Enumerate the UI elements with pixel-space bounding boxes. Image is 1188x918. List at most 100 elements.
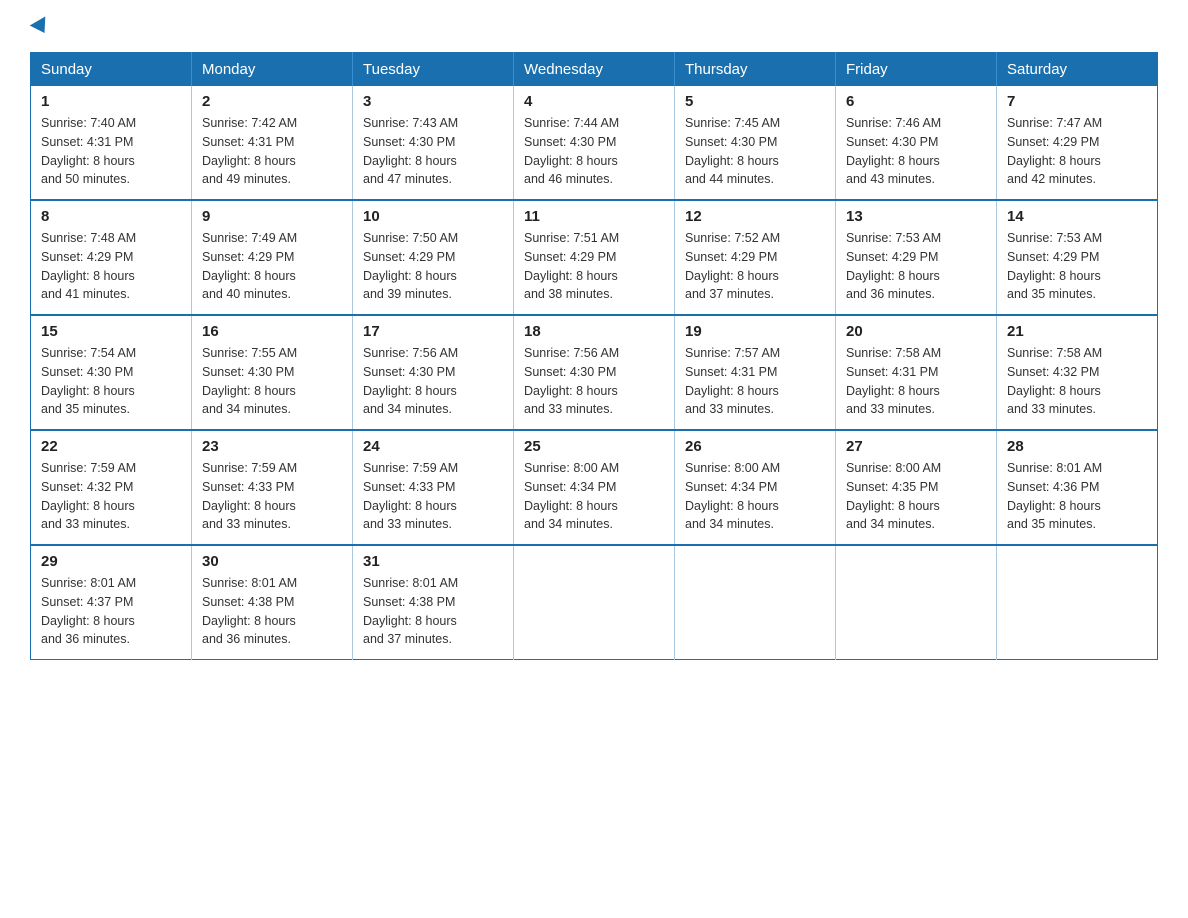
- day-of-week-header: Tuesday: [353, 53, 514, 87]
- day-number: 12: [685, 208, 825, 225]
- calendar-day-cell: 28 Sunrise: 8:01 AM Sunset: 4:36 PM Dayl…: [997, 430, 1158, 545]
- calendar-week-row: 8 Sunrise: 7:48 AM Sunset: 4:29 PM Dayli…: [31, 200, 1158, 315]
- day-number: 30: [202, 553, 342, 570]
- day-of-week-header: Saturday: [997, 53, 1158, 87]
- day-number: 23: [202, 438, 342, 455]
- day-number: 25: [524, 438, 664, 455]
- day-info: Sunrise: 7:50 AM Sunset: 4:29 PM Dayligh…: [363, 229, 503, 304]
- calendar-day-cell: 17 Sunrise: 7:56 AM Sunset: 4:30 PM Dayl…: [353, 315, 514, 430]
- day-info: Sunrise: 8:00 AM Sunset: 4:35 PM Dayligh…: [846, 459, 986, 534]
- day-number: 2: [202, 93, 342, 110]
- day-info: Sunrise: 7:59 AM Sunset: 4:33 PM Dayligh…: [202, 459, 342, 534]
- calendar-day-cell: 22 Sunrise: 7:59 AM Sunset: 4:32 PM Dayl…: [31, 430, 192, 545]
- day-info: Sunrise: 7:53 AM Sunset: 4:29 PM Dayligh…: [846, 229, 986, 304]
- calendar-day-cell: 30 Sunrise: 8:01 AM Sunset: 4:38 PM Dayl…: [192, 545, 353, 660]
- calendar-day-cell: 25 Sunrise: 8:00 AM Sunset: 4:34 PM Dayl…: [514, 430, 675, 545]
- calendar-day-cell: [836, 545, 997, 660]
- calendar-day-cell: 9 Sunrise: 7:49 AM Sunset: 4:29 PM Dayli…: [192, 200, 353, 315]
- day-info: Sunrise: 8:01 AM Sunset: 4:37 PM Dayligh…: [41, 574, 181, 649]
- calendar-day-cell: 11 Sunrise: 7:51 AM Sunset: 4:29 PM Dayl…: [514, 200, 675, 315]
- calendar-day-cell: 20 Sunrise: 7:58 AM Sunset: 4:31 PM Dayl…: [836, 315, 997, 430]
- page-header: [30, 20, 1158, 34]
- day-number: 26: [685, 438, 825, 455]
- calendar-day-cell: 23 Sunrise: 7:59 AM Sunset: 4:33 PM Dayl…: [192, 430, 353, 545]
- day-number: 16: [202, 323, 342, 340]
- day-number: 9: [202, 208, 342, 225]
- day-number: 18: [524, 323, 664, 340]
- calendar-day-cell: 14 Sunrise: 7:53 AM Sunset: 4:29 PM Dayl…: [997, 200, 1158, 315]
- day-number: 31: [363, 553, 503, 570]
- day-number: 8: [41, 208, 181, 225]
- day-info: Sunrise: 8:01 AM Sunset: 4:38 PM Dayligh…: [363, 574, 503, 649]
- day-info: Sunrise: 8:00 AM Sunset: 4:34 PM Dayligh…: [685, 459, 825, 534]
- calendar-day-cell: 4 Sunrise: 7:44 AM Sunset: 4:30 PM Dayli…: [514, 86, 675, 200]
- day-info: Sunrise: 7:59 AM Sunset: 4:32 PM Dayligh…: [41, 459, 181, 534]
- day-number: 10: [363, 208, 503, 225]
- day-number: 4: [524, 93, 664, 110]
- day-number: 21: [1007, 323, 1147, 340]
- day-number: 11: [524, 208, 664, 225]
- calendar-day-cell: 6 Sunrise: 7:46 AM Sunset: 4:30 PM Dayli…: [836, 86, 997, 200]
- day-info: Sunrise: 7:43 AM Sunset: 4:30 PM Dayligh…: [363, 114, 503, 189]
- calendar-day-cell: 2 Sunrise: 7:42 AM Sunset: 4:31 PM Dayli…: [192, 86, 353, 200]
- day-number: 29: [41, 553, 181, 570]
- calendar-day-cell: 7 Sunrise: 7:47 AM Sunset: 4:29 PM Dayli…: [997, 86, 1158, 200]
- day-info: Sunrise: 7:52 AM Sunset: 4:29 PM Dayligh…: [685, 229, 825, 304]
- day-info: Sunrise: 7:40 AM Sunset: 4:31 PM Dayligh…: [41, 114, 181, 189]
- day-number: 24: [363, 438, 503, 455]
- day-of-week-header: Thursday: [675, 53, 836, 87]
- day-info: Sunrise: 7:55 AM Sunset: 4:30 PM Dayligh…: [202, 344, 342, 419]
- calendar-day-cell: 27 Sunrise: 8:00 AM Sunset: 4:35 PM Dayl…: [836, 430, 997, 545]
- day-of-week-header: Friday: [836, 53, 997, 87]
- calendar-day-cell: 26 Sunrise: 8:00 AM Sunset: 4:34 PM Dayl…: [675, 430, 836, 545]
- day-info: Sunrise: 8:01 AM Sunset: 4:36 PM Dayligh…: [1007, 459, 1147, 534]
- calendar-day-cell: 3 Sunrise: 7:43 AM Sunset: 4:30 PM Dayli…: [353, 86, 514, 200]
- calendar-day-cell: 12 Sunrise: 7:52 AM Sunset: 4:29 PM Dayl…: [675, 200, 836, 315]
- calendar-day-cell: 19 Sunrise: 7:57 AM Sunset: 4:31 PM Dayl…: [675, 315, 836, 430]
- day-number: 6: [846, 93, 986, 110]
- calendar-day-cell: 31 Sunrise: 8:01 AM Sunset: 4:38 PM Dayl…: [353, 545, 514, 660]
- calendar-table: SundayMondayTuesdayWednesdayThursdayFrid…: [30, 52, 1158, 660]
- day-number: 7: [1007, 93, 1147, 110]
- calendar-day-cell: 18 Sunrise: 7:56 AM Sunset: 4:30 PM Dayl…: [514, 315, 675, 430]
- day-info: Sunrise: 7:56 AM Sunset: 4:30 PM Dayligh…: [363, 344, 503, 419]
- calendar-header-row: SundayMondayTuesdayWednesdayThursdayFrid…: [31, 53, 1158, 87]
- day-info: Sunrise: 7:44 AM Sunset: 4:30 PM Dayligh…: [524, 114, 664, 189]
- calendar-day-cell: 29 Sunrise: 8:01 AM Sunset: 4:37 PM Dayl…: [31, 545, 192, 660]
- day-of-week-header: Wednesday: [514, 53, 675, 87]
- day-number: 3: [363, 93, 503, 110]
- calendar-day-cell: 15 Sunrise: 7:54 AM Sunset: 4:30 PM Dayl…: [31, 315, 192, 430]
- calendar-week-row: 1 Sunrise: 7:40 AM Sunset: 4:31 PM Dayli…: [31, 86, 1158, 200]
- calendar-day-cell: [997, 545, 1158, 660]
- calendar-day-cell: [675, 545, 836, 660]
- calendar-day-cell: 5 Sunrise: 7:45 AM Sunset: 4:30 PM Dayli…: [675, 86, 836, 200]
- day-info: Sunrise: 7:49 AM Sunset: 4:29 PM Dayligh…: [202, 229, 342, 304]
- day-of-week-header: Sunday: [31, 53, 192, 87]
- calendar-day-cell: 13 Sunrise: 7:53 AM Sunset: 4:29 PM Dayl…: [836, 200, 997, 315]
- calendar-week-row: 15 Sunrise: 7:54 AM Sunset: 4:30 PM Dayl…: [31, 315, 1158, 430]
- calendar-day-cell: 1 Sunrise: 7:40 AM Sunset: 4:31 PM Dayli…: [31, 86, 192, 200]
- day-number: 15: [41, 323, 181, 340]
- calendar-day-cell: 8 Sunrise: 7:48 AM Sunset: 4:29 PM Dayli…: [31, 200, 192, 315]
- day-info: Sunrise: 8:01 AM Sunset: 4:38 PM Dayligh…: [202, 574, 342, 649]
- day-info: Sunrise: 7:45 AM Sunset: 4:30 PM Dayligh…: [685, 114, 825, 189]
- day-number: 14: [1007, 208, 1147, 225]
- day-info: Sunrise: 7:58 AM Sunset: 4:32 PM Dayligh…: [1007, 344, 1147, 419]
- logo-triangle-icon: [30, 16, 53, 37]
- calendar-day-cell: [514, 545, 675, 660]
- calendar-week-row: 22 Sunrise: 7:59 AM Sunset: 4:32 PM Dayl…: [31, 430, 1158, 545]
- calendar-day-cell: 16 Sunrise: 7:55 AM Sunset: 4:30 PM Dayl…: [192, 315, 353, 430]
- calendar-day-cell: 21 Sunrise: 7:58 AM Sunset: 4:32 PM Dayl…: [997, 315, 1158, 430]
- day-info: Sunrise: 7:42 AM Sunset: 4:31 PM Dayligh…: [202, 114, 342, 189]
- day-info: Sunrise: 7:57 AM Sunset: 4:31 PM Dayligh…: [685, 344, 825, 419]
- calendar-week-row: 29 Sunrise: 8:01 AM Sunset: 4:37 PM Dayl…: [31, 545, 1158, 660]
- day-info: Sunrise: 7:53 AM Sunset: 4:29 PM Dayligh…: [1007, 229, 1147, 304]
- day-info: Sunrise: 7:54 AM Sunset: 4:30 PM Dayligh…: [41, 344, 181, 419]
- day-of-week-header: Monday: [192, 53, 353, 87]
- day-number: 17: [363, 323, 503, 340]
- day-number: 19: [685, 323, 825, 340]
- day-info: Sunrise: 7:46 AM Sunset: 4:30 PM Dayligh…: [846, 114, 986, 189]
- day-number: 28: [1007, 438, 1147, 455]
- day-number: 20: [846, 323, 986, 340]
- day-info: Sunrise: 7:47 AM Sunset: 4:29 PM Dayligh…: [1007, 114, 1147, 189]
